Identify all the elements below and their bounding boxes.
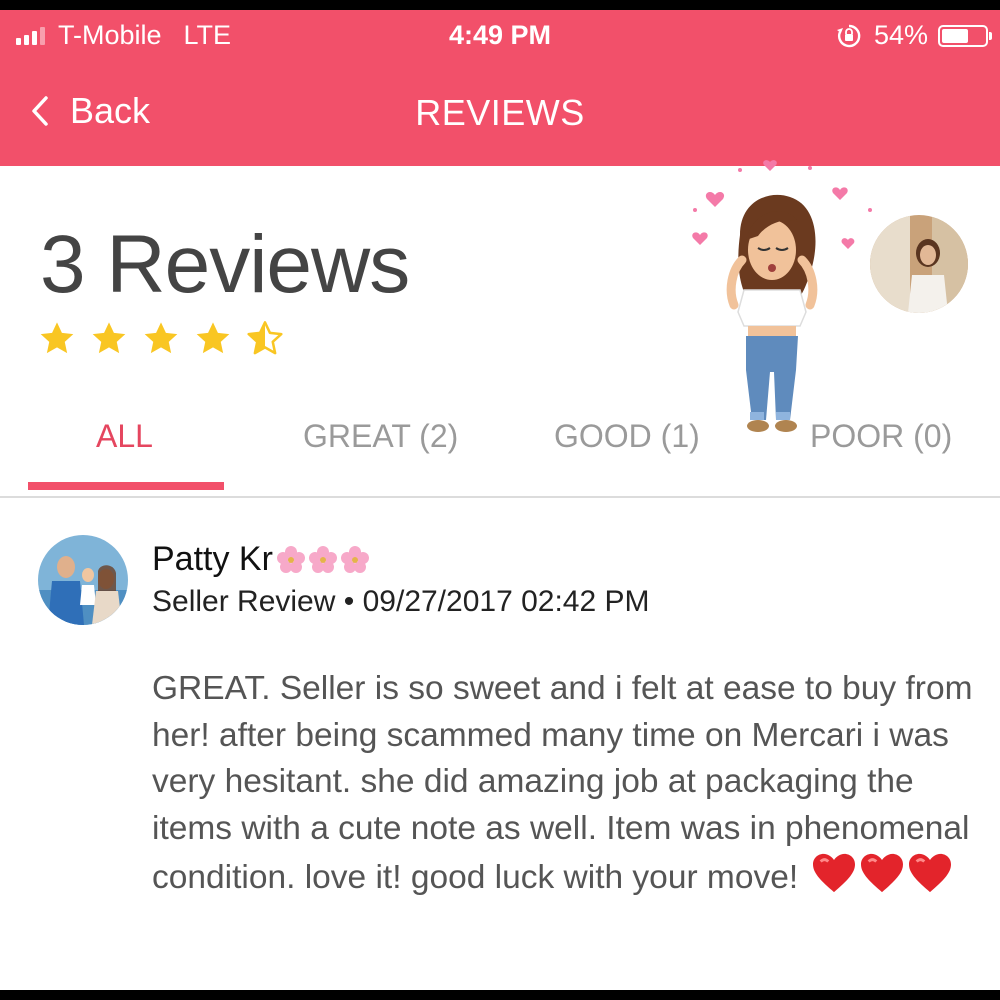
- header: T-Mobile LTE 4:49 PM 54% Back REVIEWS: [0, 10, 1000, 166]
- filter-tabs: ALL GREAT (2) GOOD (1) POOR (0): [0, 400, 1000, 498]
- tab-poor[interactable]: POOR (0): [810, 418, 952, 455]
- heart-icon: [861, 853, 904, 893]
- review-text-block: GREAT. Seller is so sweet and i felt at …: [152, 666, 982, 902]
- heart-icon: [909, 853, 952, 893]
- cherry-blossom-icon: [275, 543, 371, 577]
- tab-all[interactable]: ALL: [96, 418, 153, 455]
- review-meta: Seller Review • 09/27/2017 02:42 PM: [152, 585, 650, 619]
- page-title: REVIEWS: [415, 92, 585, 133]
- reviewer-name-text: Patty Kr: [152, 540, 273, 578]
- battery-percent: 54%: [873, 20, 928, 50]
- meta-separator: •: [343, 585, 355, 618]
- star-icon: [196, 322, 230, 354]
- status-bar: T-Mobile LTE 4:49 PM 54%: [0, 10, 1000, 66]
- review-count-heading: 3 Reviews: [40, 219, 410, 310]
- rotation-lock-icon: [836, 23, 862, 49]
- reviewer-name[interactable]: Patty Kr: [152, 540, 371, 579]
- half-star-icon: [247, 321, 283, 355]
- review-datetime: 09/27/2017 02:42 PM: [362, 585, 650, 618]
- tab-great[interactable]: GREAT (2): [303, 418, 458, 455]
- status-right: 54%: [836, 20, 992, 51]
- star-icon: [144, 322, 178, 354]
- profile-avatar[interactable]: [870, 215, 968, 313]
- app-screen: T-Mobile LTE 4:49 PM 54% Back REVIEWS 3 …: [0, 10, 1000, 990]
- rating-stars: [38, 320, 298, 358]
- battery-icon: [938, 24, 992, 47]
- bitmoji-sticker: [680, 150, 880, 440]
- star-icon: [40, 322, 74, 354]
- tab-good[interactable]: GOOD (1): [554, 418, 700, 455]
- heart-icon: [813, 853, 856, 893]
- hearts-emoji: [811, 852, 955, 894]
- review-type: Seller Review: [152, 585, 336, 618]
- active-tab-indicator: [28, 482, 224, 490]
- reviewer-avatar[interactable]: [38, 535, 128, 625]
- star-icon: [92, 322, 126, 354]
